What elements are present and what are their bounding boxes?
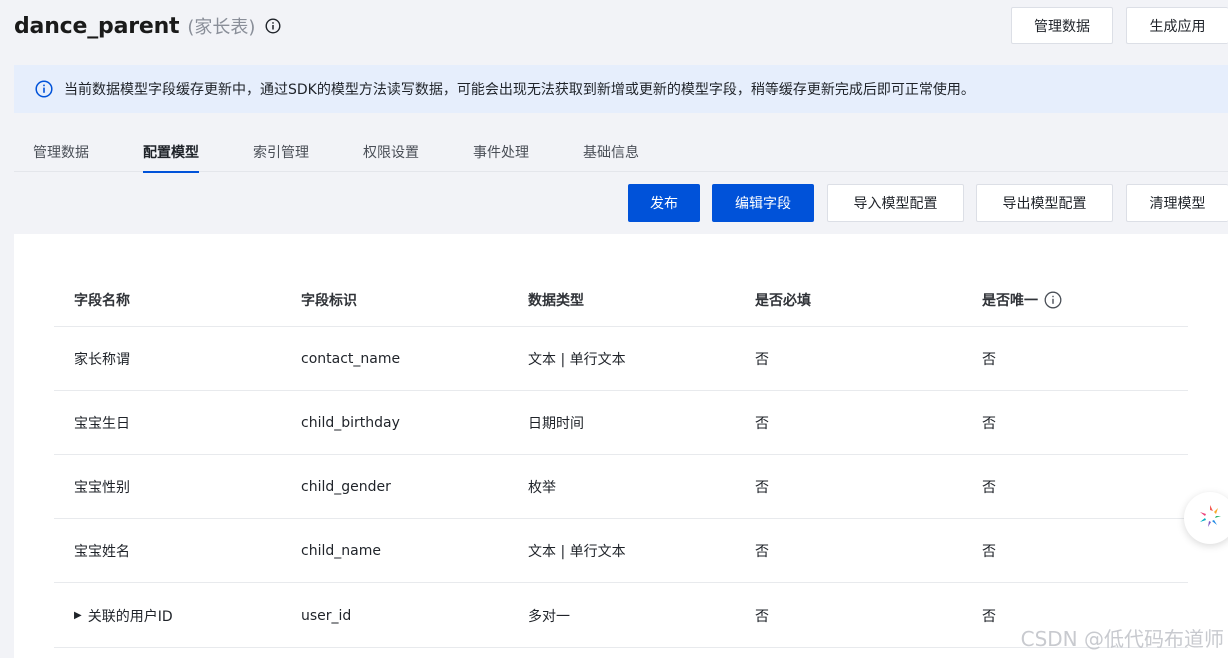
field-key-cell: child_gender [301,478,391,495]
unique-cell: 否 [982,608,996,625]
cache-notice-banner: 当前数据模型字段缓存更新中，通过SDK的模型方法读写数据，可能会出现无法获取到新… [14,65,1228,113]
model-tabs: 管理数据 配置模型 索引管理 权限设置 事件处理 基础信息 [14,134,1228,173]
column-header-field-name: 字段名称 [74,293,130,309]
unique-cell: 否 [982,543,996,560]
page-title: dance_parent [14,13,180,39]
table-row: 家长称谓 contact_name 文本 | 单行文本 否 否 [54,327,1188,391]
field-name-cell: ▶ 关联的用户ID [74,584,173,647]
data-type-cell: 枚举 [528,479,556,496]
field-name-cell: 家长称谓 [74,351,130,368]
tab-configure-model[interactable]: 配置模型 [143,142,199,173]
table-row: 宝宝姓名 child_name 文本 | 单行文本 否 否 [54,519,1188,583]
table-row: 宝宝性别 child_gender 枚举 否 否 [54,455,1188,519]
info-circle-icon [35,80,53,98]
info-circle-icon[interactable] [1044,291,1062,309]
field-name-cell: 宝宝性别 [74,479,130,496]
assistant-logo-icon [1195,501,1225,535]
info-circle-icon[interactable] [265,18,281,34]
tab-event-handling[interactable]: 事件处理 [473,142,529,172]
tab-basic-info[interactable]: 基础信息 [583,142,639,172]
title-group: dance_parent (家长表) [14,10,281,42]
unique-cell: 否 [982,415,996,432]
required-cell: 否 [755,415,769,432]
assistant-button[interactable] [1184,492,1228,544]
notice-text: 当前数据模型字段缓存更新中，通过SDK的模型方法读写数据，可能会出现无法获取到新… [64,82,975,98]
tab-manage-data[interactable]: 管理数据 [33,142,89,172]
clear-model-button[interactable]: 清理模型 [1126,184,1228,222]
data-type-cell: 文本 | 单行文本 [528,351,626,368]
required-cell: 否 [755,479,769,496]
generate-app-button[interactable]: 生成应用 [1126,7,1228,44]
fields-table-panel: 字段名称 字段标识 数据类型 是否必填 是否唯一 家长称谓 contact_na… [14,234,1228,658]
column-header-unique: 是否唯一 [982,274,1062,326]
required-cell: 否 [755,543,769,560]
table-row: ▶ 关联的用户ID user_id 多对一 否 否 [54,584,1188,648]
column-header-required: 是否必填 [755,293,811,309]
page-subtitle: (家长表) [187,17,256,38]
data-type-cell: 文本 | 单行文本 [528,543,626,560]
tab-index-management[interactable]: 索引管理 [253,142,309,172]
watermark-text: CSDN @低代码布道师 [1020,627,1224,651]
unique-cell: 否 [982,351,996,368]
data-type-cell: 日期时间 [528,415,584,432]
tab-permission-settings[interactable]: 权限设置 [363,142,419,172]
required-cell: 否 [755,608,769,625]
table-row: 宝宝生日 child_birthday 日期时间 否 否 [54,391,1188,455]
field-key-cell: user_id [301,607,352,624]
field-name-cell: 宝宝生日 [74,415,130,432]
data-type-cell: 多对一 [528,608,570,625]
import-model-config-button[interactable]: 导入模型配置 [827,184,964,222]
publish-button[interactable]: 发布 [628,184,700,222]
edit-fields-button[interactable]: 编辑字段 [712,184,814,222]
required-cell: 否 [755,351,769,368]
unique-cell: 否 [982,479,996,496]
table-header: 字段名称 字段标识 数据类型 是否必填 是否唯一 [54,274,1188,327]
field-key-cell: child_birthday [301,414,400,431]
page-header: dance_parent (家长表) 管理数据 生成应用 [0,0,1228,56]
column-header-data-type: 数据类型 [528,293,584,309]
manage-data-button[interactable]: 管理数据 [1011,7,1113,44]
column-header-unique-label: 是否唯一 [982,293,1038,309]
field-name-label: 关联的用户ID [87,608,173,625]
caret-right-icon[interactable]: ▶ [74,610,82,621]
export-model-config-button[interactable]: 导出模型配置 [976,184,1113,222]
column-header-field-key: 字段标识 [301,293,357,309]
field-name-cell: 宝宝姓名 [74,543,130,560]
field-key-cell: contact_name [301,350,401,367]
field-key-cell: child_name [301,542,381,559]
